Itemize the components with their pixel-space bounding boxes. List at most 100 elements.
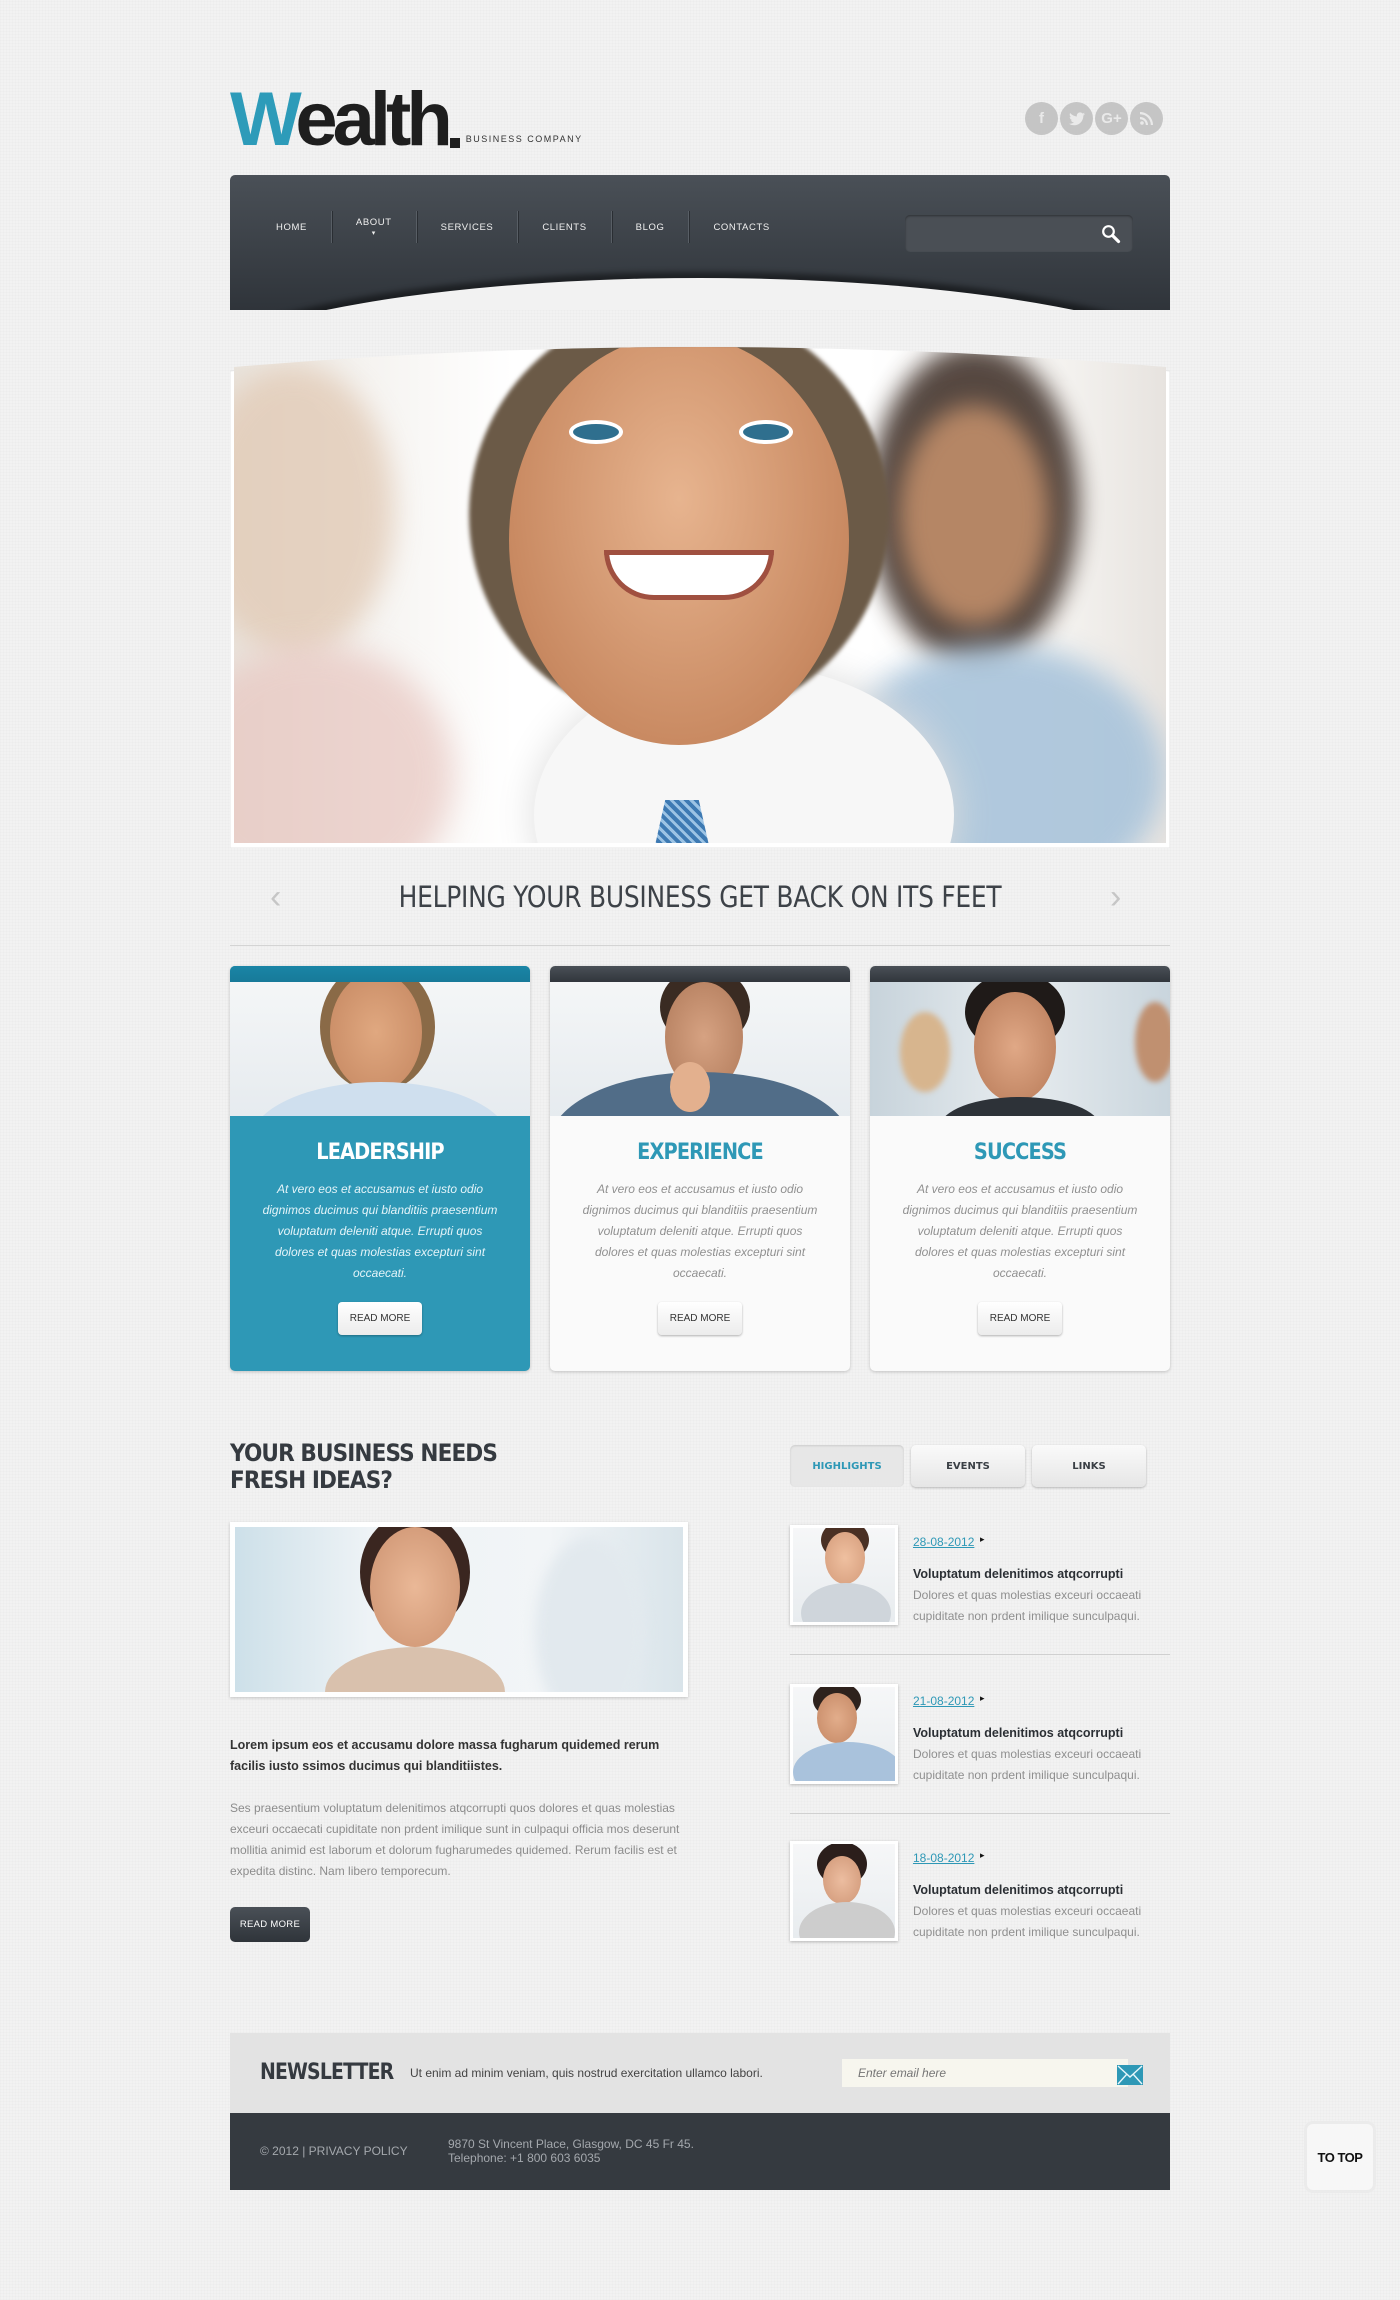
tab-highlights[interactable]: HIGHLIGHTS xyxy=(790,1445,904,1487)
search-icon[interactable] xyxy=(1101,224,1121,244)
card-text: At vero eos et accusamus et iusto odio d… xyxy=(902,1182,1138,1280)
hero-man-eye-right xyxy=(739,420,793,444)
rss-icon[interactable] xyxy=(1130,102,1163,135)
news-thumbnail[interactable] xyxy=(790,1525,898,1625)
photo-bg-person xyxy=(900,1012,950,1092)
card-photo xyxy=(230,982,530,1116)
featured-image xyxy=(230,1522,688,1697)
news-thumbnail[interactable] xyxy=(790,1841,898,1941)
nav-item-home[interactable]: HOME xyxy=(252,211,332,243)
news-thumbnail[interactable] xyxy=(790,1684,898,1784)
tab-events[interactable]: EVENTS xyxy=(911,1445,1025,1487)
photo-hand xyxy=(670,1062,710,1112)
news-text: Dolores et quas molestias exceuri occaea… xyxy=(913,1747,1142,1782)
hero-person-left-body xyxy=(234,645,454,843)
photo-face xyxy=(370,1527,460,1647)
tab-links[interactable]: LINKS xyxy=(1032,1445,1146,1487)
logo-initial: W xyxy=(230,77,300,162)
hero-man-face xyxy=(509,345,849,745)
news-date-link[interactable]: 28-08-2012 xyxy=(913,1535,974,1549)
intro-bold-text: Lorem ipsum eos et accusamu dolore massa… xyxy=(230,1738,660,1773)
arrow-right-icon: ▸ xyxy=(980,1693,985,1703)
newsletter-text: Ut enim ad minim veniam, quis nostrud ex… xyxy=(410,2066,763,2080)
heading-line: FRESH IDEAS? xyxy=(230,1466,393,1494)
news-photo xyxy=(793,1687,895,1781)
logo-wordmark: Wealth xyxy=(230,82,453,158)
telephone-line: Telephone: +1 800 603 6035 xyxy=(448,2151,601,2165)
nav-menu: HOME ABOUT ▾ SERVICES CLIENTS BLOG CONTAC… xyxy=(252,211,794,243)
hero-man-eye-left xyxy=(569,420,623,444)
photo-face xyxy=(823,1856,861,1904)
card-photo xyxy=(870,982,1170,1116)
search-input[interactable] xyxy=(905,215,1105,252)
newsletter-bar: NEWSLETTER Ut enim ad minim veniam, quis… xyxy=(230,2033,1170,2113)
news-title: Voluptatum delenitimos atqcorrupti xyxy=(913,1726,1124,1740)
photo-jacket xyxy=(801,1583,891,1622)
photo-shirt xyxy=(940,1097,1100,1116)
photo-bg-person xyxy=(535,1537,645,1692)
nav-label: BLOG xyxy=(635,221,665,233)
card-text: At vero eos et accusamus et iusto odio d… xyxy=(262,1182,498,1280)
hero-person-left xyxy=(234,365,394,655)
facebook-icon[interactable]: f xyxy=(1025,102,1058,135)
heading-line: YOUR BUSINESS NEEDS xyxy=(230,1439,498,1467)
read-more-button[interactable]: READ MORE xyxy=(338,1302,422,1335)
nav-label: CLIENTS xyxy=(542,221,587,233)
nav-label: CONTACTS xyxy=(713,221,770,233)
search-box xyxy=(905,215,1133,252)
card-title: SUCCESS xyxy=(973,1140,1067,1165)
nav-item-blog[interactable]: BLOG xyxy=(612,211,690,243)
news-date-link[interactable]: 21-08-2012 xyxy=(913,1694,974,1708)
news-item: 18-08-2012 ▸ Voluptatum delenitimos atqc… xyxy=(790,1841,1170,1951)
nav-item-clients[interactable]: CLIENTS xyxy=(518,211,612,243)
featured-photo xyxy=(235,1527,683,1692)
logo-rest: ealth xyxy=(295,77,452,162)
photo-jacket xyxy=(799,1902,895,1938)
newsletter-title: NEWSLETTER xyxy=(260,2060,394,2085)
photo-shirt xyxy=(793,1742,895,1781)
read-more-button[interactable]: READ MORE xyxy=(978,1302,1062,1335)
divider xyxy=(790,1654,1170,1655)
slider-prev-arrow[interactable]: ‹ xyxy=(270,880,281,914)
nav-label: SERVICES xyxy=(440,221,494,233)
copyright-text: © 2012 | xyxy=(260,2144,309,2158)
intro-body-text: Ses praesentium voluptatum delenitimos a… xyxy=(230,1801,680,1878)
google-plus-icon[interactable]: G+ xyxy=(1095,102,1128,135)
privacy-policy-link[interactable]: PRIVACY POLICY xyxy=(309,2144,408,2158)
news-title: Voluptatum delenitimos atqcorrupti xyxy=(913,1883,1124,1897)
section-heading: YOUR BUSINESS NEEDS FRESH IDEAS? xyxy=(230,1439,498,1494)
card-header-bar xyxy=(870,966,1170,982)
photo-shirt xyxy=(250,1082,510,1116)
photo-face xyxy=(825,1532,865,1584)
logo[interactable]: Wealth BUSINESS COMPANY xyxy=(230,72,583,158)
feature-card-experience: EXPERIENCE At vero eos et accusamus et i… xyxy=(550,966,850,1371)
read-more-button[interactable]: READ MORE xyxy=(658,1302,742,1335)
address-line: 9870 St Vincent Place, Glasgow, DC 45 Fr… xyxy=(448,2137,694,2151)
photo-shoulders xyxy=(325,1647,505,1692)
read-more-button[interactable]: READ MORE xyxy=(230,1907,310,1942)
hero-person-right-face xyxy=(899,405,1049,625)
news-date-link[interactable]: 18-08-2012 xyxy=(913,1851,974,1865)
photo-face xyxy=(817,1693,857,1743)
twitter-icon[interactable] xyxy=(1060,102,1093,135)
photo-face xyxy=(974,992,1056,1102)
to-top-button[interactable]: TO TOP xyxy=(1307,2124,1373,2190)
slider-next-arrow[interactable]: › xyxy=(1110,880,1121,914)
logo-tagline: BUSINESS COMPANY xyxy=(465,134,583,144)
card-text: At vero eos et accusamus et iusto odio d… xyxy=(582,1182,818,1280)
divider xyxy=(790,1813,1170,1814)
arrow-right-icon: ▸ xyxy=(980,1534,985,1544)
envelope-icon[interactable] xyxy=(1117,2065,1143,2085)
card-photo xyxy=(550,982,850,1116)
feature-card-success: SUCCESS At vero eos et accusamus et iust… xyxy=(870,966,1170,1371)
hero-image xyxy=(234,345,1166,843)
divider xyxy=(230,945,1170,946)
nav-label: ABOUT xyxy=(355,217,392,228)
slider-caption: HELPING YOUR BUSINESS GET BACK ON ITS FE… xyxy=(398,880,1002,914)
newsletter-email-input[interactable] xyxy=(842,2059,1128,2087)
nav-item-contacts[interactable]: CONTACTS xyxy=(689,211,793,243)
nav-item-about[interactable]: ABOUT ▾ xyxy=(332,211,417,243)
news-item: 28-08-2012 ▸ Voluptatum delenitimos atqc… xyxy=(790,1525,1170,1635)
nav-item-services[interactable]: SERVICES xyxy=(417,211,519,243)
news-photo xyxy=(793,1844,895,1938)
